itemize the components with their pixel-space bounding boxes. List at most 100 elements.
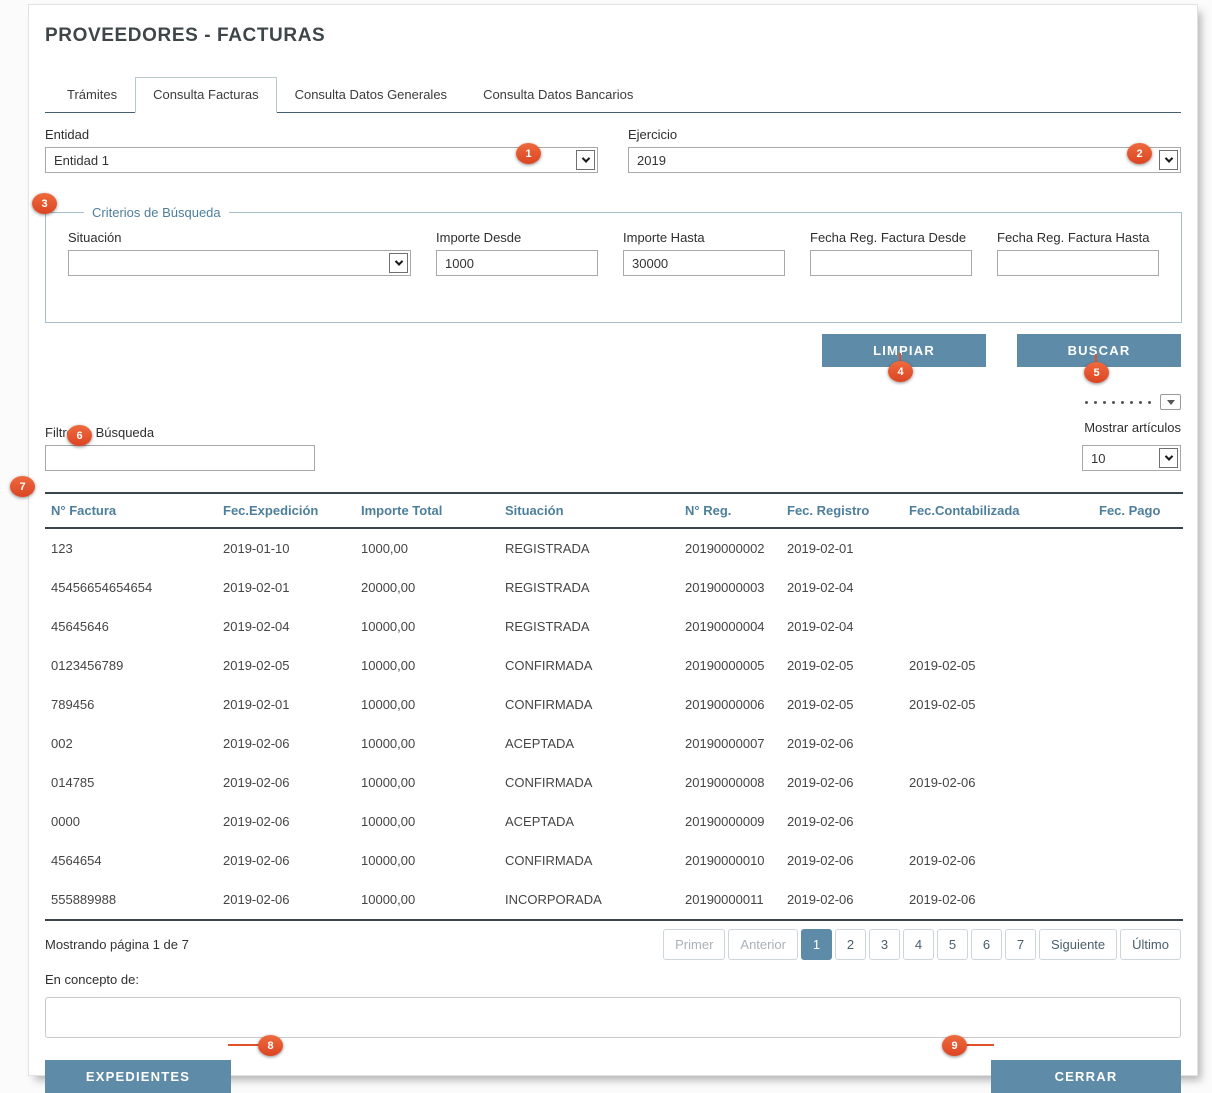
filtro-busqueda-input[interactable] bbox=[45, 445, 315, 471]
pagination-page-button-1[interactable]: 1 bbox=[801, 929, 832, 960]
pagination-controls: Primer Anterior 1 2 3 4 5 6 7 Siguiente … bbox=[663, 929, 1181, 960]
pagination-bar: Mostrando página 1 de 7 Primer Anterior … bbox=[45, 929, 1181, 960]
column-header-num-factura[interactable]: N° Factura bbox=[45, 493, 217, 528]
dot-icon bbox=[1094, 401, 1097, 404]
table-cell: 20190000007 bbox=[679, 724, 781, 763]
invoice-table: N° Factura Fec.Expedición Importe Total … bbox=[45, 492, 1183, 921]
table-cell: 014785 bbox=[45, 763, 217, 802]
table-row[interactable]: 456456462019-02-0410000,00REGISTRADA2019… bbox=[45, 607, 1183, 646]
column-header-situacion[interactable]: Situación bbox=[499, 493, 679, 528]
table-cell: 2019-02-06 bbox=[217, 802, 355, 841]
table-cell: 45456654654654 bbox=[45, 568, 217, 607]
table-row[interactable]: 454566546546542019-02-0120000,00REGISTRA… bbox=[45, 568, 1183, 607]
pagination-page-button-5[interactable]: 5 bbox=[937, 929, 968, 960]
table-row[interactable]: 1232019-01-101000,00REGISTRADA2019000000… bbox=[45, 528, 1183, 568]
table-cell: 2019-02-01 bbox=[781, 528, 903, 568]
table-row[interactable]: 0147852019-02-0610000,00CONFIRMADA201900… bbox=[45, 763, 1183, 802]
table-cell: 2019-02-06 bbox=[781, 880, 903, 920]
table-options-dropdown-button[interactable] bbox=[1160, 394, 1181, 410]
entidad-select[interactable]: Entidad 1 bbox=[45, 147, 598, 173]
pagination-first-button[interactable]: Primer bbox=[663, 929, 725, 960]
pagination-last-button[interactable]: Último bbox=[1120, 929, 1181, 960]
column-header-fec-pago[interactable]: Fec. Pago bbox=[1093, 493, 1183, 528]
table-row[interactable]: 00002019-02-0610000,00ACEPTADA2019000000… bbox=[45, 802, 1183, 841]
annotation-marker-2: 2 bbox=[1127, 143, 1152, 164]
fecha-reg-desde-input[interactable] bbox=[810, 250, 972, 276]
dot-icon bbox=[1130, 401, 1133, 404]
column-header-num-reg[interactable]: N° Reg. bbox=[679, 493, 781, 528]
table-cell: 2019-02-05 bbox=[781, 646, 903, 685]
table-cell bbox=[903, 528, 1093, 568]
table-cell: 123 bbox=[45, 528, 217, 568]
concepto-section: En concepto de: bbox=[45, 972, 1181, 1043]
tab-tramites[interactable]: Trámites bbox=[49, 77, 135, 112]
column-header-fec-contabilizada[interactable]: Fec.Contabilizada bbox=[903, 493, 1093, 528]
pagination-page-button-4[interactable]: 4 bbox=[903, 929, 934, 960]
importe-desde-input[interactable] bbox=[436, 250, 598, 276]
chevron-down-icon bbox=[576, 150, 595, 170]
annotation-marker-3: 3 bbox=[32, 193, 57, 214]
table-cell bbox=[1093, 528, 1183, 568]
annotation-marker-7: 7 bbox=[10, 476, 35, 497]
annotation-marker-8: 8 bbox=[258, 1035, 283, 1056]
pagination-page-button-3[interactable]: 3 bbox=[869, 929, 900, 960]
dot-icon bbox=[1148, 401, 1151, 404]
pagination-page-button-6[interactable]: 6 bbox=[971, 929, 1002, 960]
concepto-textarea[interactable] bbox=[45, 997, 1181, 1038]
table-cell: 2019-02-06 bbox=[903, 880, 1093, 920]
fecha-reg-desde-label: Fecha Reg. Factura Desde bbox=[810, 230, 972, 245]
dot-icon bbox=[1085, 401, 1088, 404]
table-cell: 20190000006 bbox=[679, 685, 781, 724]
entity-year-row: Entidad Entidad 1 Ejercicio 2019 bbox=[45, 127, 1181, 173]
table-cell: 2019-02-04 bbox=[781, 607, 903, 646]
table-row[interactable]: 01234567892019-02-0510000,00CONFIRMADA20… bbox=[45, 646, 1183, 685]
table-cell: CONFIRMADA bbox=[499, 763, 679, 802]
table-cell: 2019-02-06 bbox=[903, 763, 1093, 802]
table-cell: 10000,00 bbox=[355, 802, 499, 841]
importe-hasta-input[interactable] bbox=[623, 250, 785, 276]
table-cell: 2019-02-04 bbox=[217, 607, 355, 646]
table-cell: 2019-02-05 bbox=[781, 685, 903, 724]
pagination-page-button-7[interactable]: 7 bbox=[1005, 929, 1036, 960]
tab-consulta-facturas[interactable]: Consulta Facturas bbox=[135, 77, 277, 113]
table-row[interactable]: 0022019-02-0610000,00ACEPTADA20190000007… bbox=[45, 724, 1183, 763]
pagination-prev-button[interactable]: Anterior bbox=[728, 929, 798, 960]
annotation-line-8 bbox=[228, 1044, 260, 1046]
column-header-importe-total[interactable]: Importe Total bbox=[355, 493, 499, 528]
table-cell: 555889988 bbox=[45, 880, 217, 920]
page-title: PROVEEDORES - FACTURAS bbox=[45, 25, 1181, 47]
pagination-summary: Mostrando página 1 de 7 bbox=[45, 937, 189, 952]
table-row[interactable]: 5558899882019-02-0610000,00INCORPORADA20… bbox=[45, 880, 1183, 920]
table-cell: 002 bbox=[45, 724, 217, 763]
column-header-fec-expedicion[interactable]: Fec.Expedición bbox=[217, 493, 355, 528]
table-cell: 2019-02-06 bbox=[781, 802, 903, 841]
annotation-marker-6: 6 bbox=[67, 425, 92, 446]
tab-consulta-datos-bancarios[interactable]: Consulta Datos Bancarios bbox=[465, 77, 651, 112]
pagination-page-button-2[interactable]: 2 bbox=[835, 929, 866, 960]
ejercicio-select[interactable]: 2019 bbox=[628, 147, 1181, 173]
cerrar-button[interactable]: CERRAR bbox=[991, 1060, 1181, 1093]
table-row[interactable]: 45646542019-02-0610000,00CONFIRMADA20190… bbox=[45, 841, 1183, 880]
annotation-marker-1: 1 bbox=[516, 143, 541, 164]
table-cell bbox=[1093, 646, 1183, 685]
table-cell bbox=[1093, 568, 1183, 607]
invoice-table-body: 1232019-01-101000,00REGISTRADA2019000000… bbox=[45, 528, 1183, 920]
table-row[interactable]: 7894562019-02-0110000,00CONFIRMADA201900… bbox=[45, 685, 1183, 724]
situacion-select[interactable] bbox=[68, 250, 411, 276]
table-cell: 10000,00 bbox=[355, 880, 499, 920]
fecha-reg-hasta-input[interactable] bbox=[997, 250, 1159, 276]
table-cell: 20190000010 bbox=[679, 841, 781, 880]
tab-consulta-datos-generales[interactable]: Consulta Datos Generales bbox=[277, 77, 465, 112]
table-cell: 10000,00 bbox=[355, 607, 499, 646]
importe-hasta-label: Importe Hasta bbox=[623, 230, 785, 245]
mostrar-articulos-value: 10 bbox=[1091, 451, 1105, 466]
tab-bar: Trámites Consulta Facturas Consulta Dato… bbox=[45, 77, 1181, 113]
column-header-fec-registro[interactable]: Fec. Registro bbox=[781, 493, 903, 528]
mostrar-articulos-select[interactable]: 10 bbox=[1082, 445, 1181, 471]
table-cell: CONFIRMADA bbox=[499, 646, 679, 685]
table-cell: 2019-01-10 bbox=[217, 528, 355, 568]
pagination-next-button[interactable]: Siguiente bbox=[1039, 929, 1117, 960]
annotation-marker-5: 5 bbox=[1084, 362, 1109, 383]
table-cell: 20190000004 bbox=[679, 607, 781, 646]
expedientes-button[interactable]: EXPEDIENTES bbox=[45, 1060, 231, 1093]
